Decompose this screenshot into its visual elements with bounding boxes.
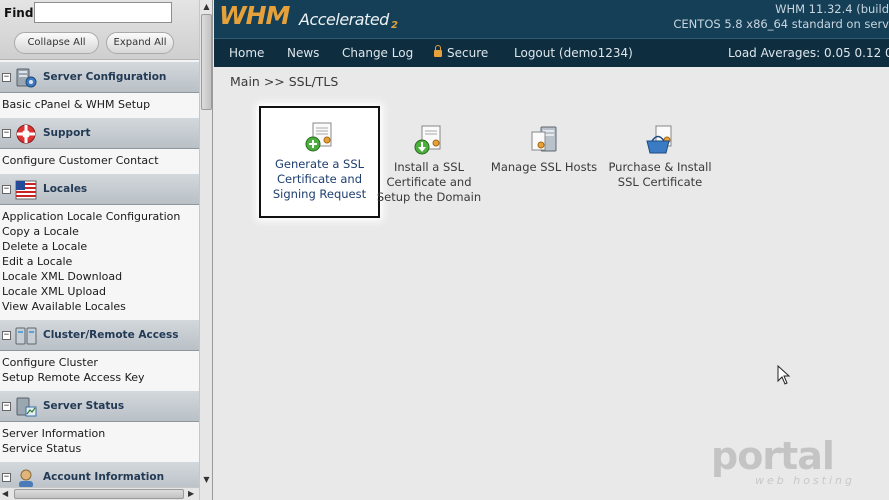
- top-nav: Home News Change Log Secure Logout (demo…: [214, 38, 889, 67]
- collapse-all-button[interactable]: Collapse All: [14, 32, 99, 54]
- left-navigation-frame: Find Collapse All Expand All − Server Co…: [0, 0, 213, 500]
- collapse-toggle-icon[interactable]: −: [2, 185, 11, 194]
- sidebar-tree: − Server Configuration Basic cPanel & WH…: [0, 61, 199, 493]
- group-title: Locales: [43, 183, 88, 195]
- group-items: Basic cPanel & WHM Setup: [0, 93, 199, 117]
- scroll-down-arrow-icon[interactable]: ▼: [200, 473, 212, 487]
- group-items: Configure Customer Contact: [0, 149, 199, 173]
- sidebar-item-copy-locale[interactable]: Copy a Locale: [2, 224, 199, 239]
- sidebar-item-basic-setup[interactable]: Basic cPanel & WHM Setup: [2, 97, 199, 112]
- logo-accelerated: Accelerated: [299, 10, 389, 29]
- tile-label: Install a SSL Certificate and Setup the …: [376, 160, 482, 204]
- certificate-install-icon: [414, 125, 441, 155]
- version-info: WHM 11.32.4 (build CENTOS 5.8 x86_64 sta…: [659, 2, 889, 32]
- group-title: Support: [43, 127, 91, 139]
- logo-whm: WHM: [219, 1, 290, 30]
- breadcrumb: Main >> SSL/TLS: [230, 74, 339, 89]
- logo-number: 2: [391, 20, 398, 31]
- watermark-text: portal: [711, 434, 835, 478]
- tile-label: Manage SSL Hosts: [490, 160, 598, 174]
- tile-manage-ssl-hosts[interactable]: Manage SSL Hosts: [485, 124, 603, 175]
- header-bar: WHM Accelerated 2 WHM 11.32.4 (build CEN…: [214, 0, 889, 38]
- scroll-left-arrow-icon[interactable]: ◀: [2, 488, 8, 500]
- load-averages: Load Averages: 0.05 0.12 0: [728, 46, 889, 60]
- flag-icon: [15, 180, 37, 200]
- main-frame: WHM Accelerated 2 WHM 11.32.4 (build CEN…: [214, 0, 889, 500]
- lifebuoy-icon: [16, 124, 36, 144]
- nav-change-log[interactable]: Change Log: [342, 46, 413, 60]
- version-line: WHM 11.32.4 (build: [775, 2, 889, 16]
- scroll-up-arrow-icon[interactable]: ▲: [200, 0, 212, 14]
- shopping-basket-icon: [646, 125, 672, 154]
- expand-all-button[interactable]: Expand All: [106, 32, 174, 54]
- scrollbar-thumb[interactable]: [14, 489, 184, 499]
- sidebar-horizontal-scrollbar[interactable]: ◀ ▶: [0, 487, 199, 500]
- tile-label: Generate a SSL Certificate and Signing R…: [272, 157, 367, 201]
- nav-secure-label: Secure: [447, 46, 489, 60]
- sidebar-item-remote-access-key[interactable]: Setup Remote Access Key: [2, 370, 199, 385]
- group-title: Server Status: [43, 400, 125, 412]
- nav-secure[interactable]: Secure: [434, 45, 489, 60]
- sidebar-vertical-scrollbar[interactable]: ▲ ▼: [199, 0, 212, 500]
- sidebar-item-app-locale-config[interactable]: Application Locale Configuration: [2, 209, 199, 224]
- sidebar-item-customer-contact[interactable]: Configure Customer Contact: [2, 153, 199, 168]
- group-items: Server Information Service Status: [0, 422, 199, 461]
- group-items: Application Locale Configuration Copy a …: [0, 205, 199, 319]
- nav-logout[interactable]: Logout (demo1234): [514, 46, 633, 60]
- certificate-add-icon: [305, 122, 331, 152]
- group-title: Cluster/Remote Access: [43, 329, 179, 341]
- collapse-toggle-icon[interactable]: −: [2, 73, 11, 82]
- collapse-toggle-icon[interactable]: −: [2, 473, 11, 482]
- mouse-cursor-icon: [777, 365, 791, 385]
- group-support[interactable]: − Support: [0, 117, 199, 149]
- watermark-logo: portal web hosting: [711, 434, 861, 494]
- group-items: Configure Cluster Setup Remote Access Ke…: [0, 351, 199, 390]
- collapse-toggle-icon[interactable]: −: [2, 402, 11, 411]
- group-cluster-remote-access[interactable]: − Cluster/Remote Access: [0, 319, 199, 351]
- sidebar-item-edit-locale[interactable]: Edit a Locale: [2, 254, 199, 269]
- group-server-status[interactable]: − Server Status: [0, 390, 199, 422]
- sidebar-item-view-locales[interactable]: View Available Locales: [2, 299, 199, 314]
- nav-home[interactable]: Home: [229, 46, 264, 60]
- sidebar-item-service-status[interactable]: Service Status: [2, 441, 199, 456]
- sidebar-item-delete-locale[interactable]: Delete a Locale: [2, 239, 199, 254]
- watermark-subtext: web hosting: [755, 474, 855, 487]
- lock-icon: [434, 45, 442, 57]
- sidebar-item-configure-cluster[interactable]: Configure Cluster: [2, 355, 199, 370]
- cluster-icon: [15, 327, 37, 345]
- sidebar-item-server-information[interactable]: Server Information: [2, 426, 199, 441]
- server-status-icon: [16, 397, 37, 417]
- sidebar-item-locale-xml-download[interactable]: Locale XML Download: [2, 269, 199, 284]
- group-server-configuration[interactable]: − Server Configuration: [0, 61, 199, 93]
- find-label: Find: [4, 6, 34, 20]
- server-config-icon: [16, 68, 37, 88]
- nav-news[interactable]: News: [287, 46, 319, 60]
- find-bar: Find Collapse All Expand All: [0, 0, 212, 60]
- os-line: CENTOS 5.8 x86_64 standard on serv: [673, 17, 889, 31]
- tile-generate-ssl-csr[interactable]: Generate a SSL Certificate and Signing R…: [259, 106, 380, 218]
- collapse-toggle-icon[interactable]: −: [2, 129, 11, 138]
- group-locales[interactable]: − Locales: [0, 173, 199, 205]
- scroll-right-arrow-icon[interactable]: ▶: [188, 488, 194, 500]
- ssl-hosts-icon: [531, 126, 557, 152]
- collapse-toggle-icon[interactable]: −: [2, 331, 11, 340]
- tile-purchase-ssl-certificate[interactable]: Purchase & Install SSL Certificate: [601, 124, 719, 190]
- tile-install-ssl-certificate[interactable]: Install a SSL Certificate and Setup the …: [370, 124, 488, 205]
- group-title: Server Configuration: [43, 71, 167, 83]
- tile-label: Purchase & Install SSL Certificate: [608, 160, 712, 189]
- group-title: Account Information: [43, 471, 165, 483]
- find-input[interactable]: [34, 2, 172, 23]
- scrollbar-thumb[interactable]: [201, 14, 212, 110]
- sidebar-item-locale-xml-upload[interactable]: Locale XML Upload: [2, 284, 199, 299]
